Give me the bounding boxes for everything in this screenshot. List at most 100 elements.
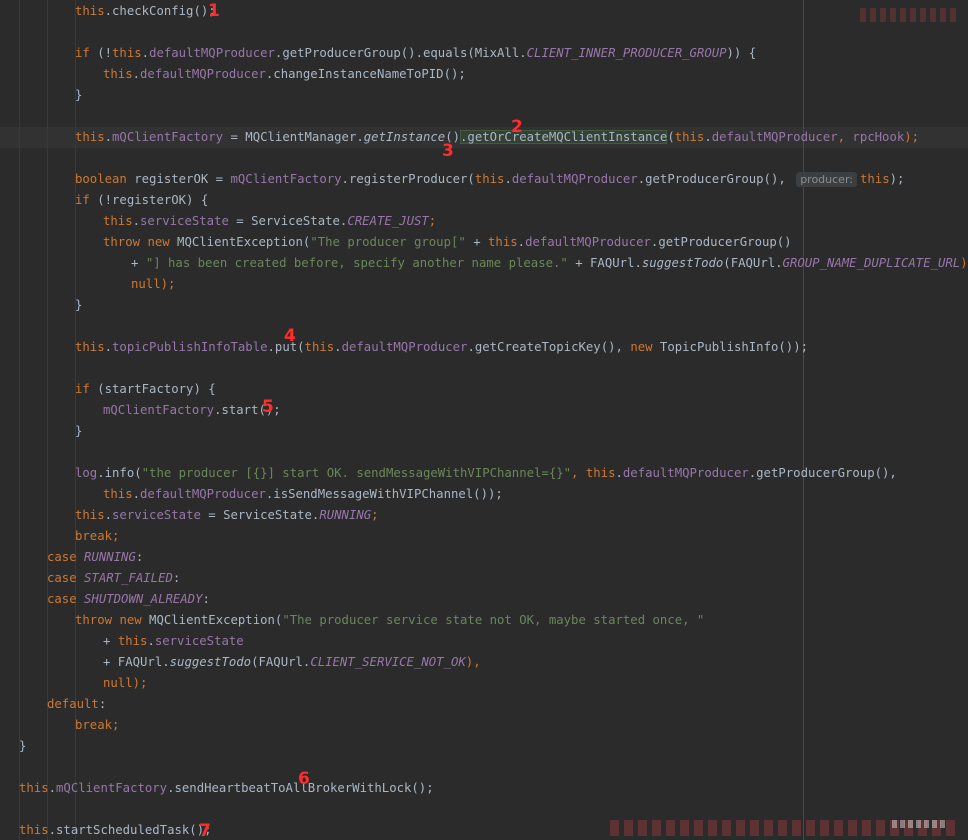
code-token: "The producer group[" xyxy=(310,235,466,249)
code-token: break xyxy=(75,718,113,732)
code-line[interactable]: mQClientFactory.start(); xyxy=(103,400,281,421)
code-token: = ServiceState. xyxy=(228,214,348,228)
code-token: this xyxy=(19,823,49,837)
code-token: (FAQUrl. xyxy=(723,256,783,270)
code-line[interactable]: case SHUTDOWN_ALREADY: xyxy=(47,589,210,610)
code-token: rpcHook xyxy=(852,130,905,144)
code-token: defaultMQProducer xyxy=(341,340,468,354)
code-token: . xyxy=(104,340,113,354)
code-token: = MQClientManager. xyxy=(223,130,364,144)
code-token: .changeInstanceNameToPID(); xyxy=(265,67,466,81)
annotation-marker-1: 1 xyxy=(208,1,220,21)
code-token: boolean xyxy=(75,172,127,186)
code-token: . xyxy=(132,214,141,228)
code-token: .getCreateTopicKey(), xyxy=(467,340,631,354)
code-editor[interactable]: this.checkConfig(); if (!this.defaultMQP… xyxy=(0,0,968,840)
code-line[interactable]: case START_FAILED: xyxy=(47,568,180,589)
code-token: defaultMQProducer xyxy=(711,130,838,144)
code-token: break xyxy=(75,529,113,543)
code-token: } xyxy=(75,424,83,438)
code-line[interactable]: if (startFactory) { xyxy=(75,379,216,400)
code-line[interactable]: throw new MQClientException("The produce… xyxy=(103,232,792,253)
code-token: registerOK = xyxy=(126,172,231,186)
code-token: , xyxy=(571,466,586,480)
code-line[interactable]: if (!registerOK) { xyxy=(75,190,208,211)
code-line[interactable]: + "] has been created before, specify an… xyxy=(131,253,968,274)
code-token: this xyxy=(860,172,890,186)
code-token: . xyxy=(704,130,712,144)
code-token: .startScheduledTask(); xyxy=(48,823,212,837)
highlighted-method: .getOrCreateMQClientInstance xyxy=(460,130,668,144)
code-token: .isSendMessageWithVIPChannel()); xyxy=(265,487,503,501)
code-token: ), xyxy=(465,655,481,669)
code-token: : xyxy=(98,697,107,711)
code-token: "The producer service state not OK, mayb… xyxy=(282,613,705,627)
code-line[interactable]: this.mQClientFactory = MQClientManager.g… xyxy=(75,127,919,148)
code-token: ; xyxy=(371,508,379,522)
annotation-marker-6: 6 xyxy=(298,769,310,789)
code-line[interactable]: default: xyxy=(47,694,106,715)
code-line[interactable]: + FAQUrl.suggestTodo(FAQUrl.CLIENT_SERVI… xyxy=(103,652,481,673)
code-token: null xyxy=(103,676,133,690)
code-token: "the producer [{}] start OK. sendMessage… xyxy=(141,466,572,480)
code-token: : xyxy=(172,571,181,585)
code-token: mQClientFactory xyxy=(112,130,224,144)
code-token: throw xyxy=(103,235,141,249)
code-token: .checkConfig(); xyxy=(104,4,216,18)
code-line[interactable]: break; xyxy=(75,715,119,736)
code-token: (!registerOK) { xyxy=(89,193,209,207)
code-line[interactable]: } xyxy=(75,85,82,106)
code-token: ; xyxy=(112,718,120,732)
code-line[interactable]: this.checkConfig(); xyxy=(75,1,216,22)
code-token: . xyxy=(517,235,526,249)
code-token: this xyxy=(103,67,133,81)
code-line[interactable]: break; xyxy=(75,526,119,547)
code-token: .registerProducer( xyxy=(341,172,475,186)
code-line[interactable]: this.serviceState = ServiceState.CREATE_… xyxy=(103,211,436,232)
code-token: case xyxy=(47,571,77,585)
code-line[interactable]: this.mQClientFactory.sendHeartbeatToAllB… xyxy=(19,778,434,799)
code-token: ); xyxy=(889,172,905,186)
code-token: . xyxy=(132,487,141,501)
code-line[interactable]: this.startScheduledTask(); xyxy=(19,820,212,840)
code-line[interactable]: + this.serviceState xyxy=(103,631,244,652)
code-line[interactable]: this.defaultMQProducer.isSendMessageWith… xyxy=(103,484,503,505)
code-token: .getProducerGroup(), xyxy=(637,172,794,186)
code-token: . xyxy=(147,634,155,648)
code-token: CREATE_JUST xyxy=(347,214,429,228)
annotation-marker-3: 3 xyxy=(442,141,454,161)
code-token: suggestTodo xyxy=(169,655,252,669)
code-line[interactable]: this.serviceState = ServiceState.RUNNING… xyxy=(75,505,379,526)
code-line[interactable]: } xyxy=(75,421,82,442)
code-line[interactable]: } xyxy=(19,736,26,757)
code-token: MQClientException( xyxy=(141,613,283,627)
code-line[interactable]: throw new MQClientException("The produce… xyxy=(75,610,704,631)
code-token: ); xyxy=(132,676,148,690)
code-line[interactable]: case RUNNING: xyxy=(47,547,143,568)
code-token: ); xyxy=(904,130,920,144)
code-line[interactable]: } xyxy=(75,295,82,316)
watermark xyxy=(892,820,948,828)
code-token: .getProducerGroup().equals(MixAll. xyxy=(274,46,527,60)
code-token: + FAQUrl. xyxy=(103,655,170,669)
code-token: . xyxy=(48,781,57,795)
code-line[interactable]: if (!this.defaultMQProducer.getProducerG… xyxy=(75,43,756,64)
code-token: START_FAILED xyxy=(84,571,173,585)
code-token: . xyxy=(104,130,113,144)
code-line[interactable]: boolean registerOK = mQClientFactory.reg… xyxy=(75,169,904,190)
code-token: serviceState xyxy=(140,214,229,228)
annotation-marker-5: 5 xyxy=(262,397,274,417)
code-token: case xyxy=(47,550,77,564)
code-token: topicPublishInfoTable xyxy=(112,340,268,354)
code-line[interactable]: null); xyxy=(131,274,175,295)
code-line[interactable]: this.defaultMQProducer.changeInstanceNam… xyxy=(103,64,466,85)
annotation-marker-4: 4 xyxy=(284,326,296,346)
code-line[interactable]: log.info("the producer [{}] start OK. se… xyxy=(75,463,897,484)
code-line[interactable]: null); xyxy=(103,673,147,694)
code-token: this xyxy=(19,781,49,795)
code-token: this xyxy=(75,340,105,354)
code-line[interactable]: this.topicPublishInfoTable.put(this.defa… xyxy=(75,337,808,358)
code-token: serviceState xyxy=(112,508,201,522)
code-token: ; xyxy=(428,214,437,228)
